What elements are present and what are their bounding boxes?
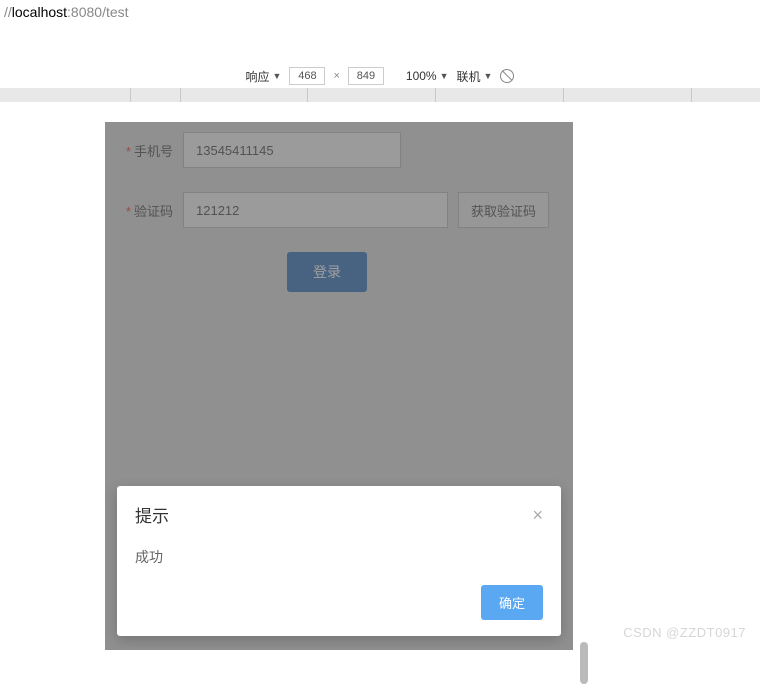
spacer <box>0 24 760 64</box>
stage: *手机号 *验证码 获取验证码 登录 提示 × 成功 确定 CS <box>0 102 760 650</box>
dialog-title: 提示 <box>135 502 169 527</box>
zoom-label: 100% <box>406 69 437 83</box>
code-row: *验证码 获取验证码 <box>105 192 549 228</box>
login-row: 登录 <box>105 252 549 292</box>
close-icon[interactable]: × <box>532 506 543 524</box>
ok-button[interactable]: 确定 <box>481 585 543 620</box>
width-input[interactable] <box>289 67 325 85</box>
network-label: 联机 <box>457 68 481 85</box>
phone-row: *手机号 <box>105 132 549 168</box>
responsive-dropdown[interactable]: 响应 ▼ <box>246 68 282 85</box>
responsive-label: 响应 <box>246 68 270 85</box>
login-form: *手机号 *验证码 获取验证码 登录 <box>105 122 573 292</box>
chevron-down-icon: ▼ <box>440 71 449 81</box>
scrollbar-thumb[interactable] <box>580 642 588 684</box>
rotate-icon[interactable] <box>500 69 514 83</box>
phone-label: *手机号 <box>105 141 173 160</box>
alert-dialog: 提示 × 成功 确定 <box>117 486 561 636</box>
url-prefix: // <box>4 4 12 20</box>
devtools-toolbar: 响应 ▼ × 100% ▼ 联机 ▼ <box>0 64 760 88</box>
dialog-footer: 确定 <box>117 585 561 636</box>
chevron-down-icon: ▼ <box>484 71 493 81</box>
chevron-down-icon: ▼ <box>273 71 282 81</box>
times-icon: × <box>333 70 339 82</box>
height-input[interactable] <box>348 67 384 85</box>
code-input[interactable] <box>183 192 448 228</box>
dialog-header: 提示 × <box>117 486 561 533</box>
device-viewport: *手机号 *验证码 获取验证码 登录 提示 × 成功 确定 <box>105 122 573 650</box>
zoom-dropdown[interactable]: 100% ▼ <box>406 69 449 83</box>
network-dropdown[interactable]: 联机 ▼ <box>457 68 493 85</box>
url-path: :8080/test <box>67 4 129 20</box>
url-bar[interactable]: //localhost:8080/test <box>0 0 760 24</box>
login-button[interactable]: 登录 <box>287 252 367 292</box>
get-code-button[interactable]: 获取验证码 <box>458 192 549 228</box>
ruler <box>0 88 760 102</box>
phone-input[interactable] <box>183 132 401 168</box>
code-label: *验证码 <box>105 201 173 220</box>
url-host: localhost <box>12 4 67 20</box>
dialog-message: 成功 <box>117 533 561 585</box>
watermark: CSDN @ZZDT0917 <box>623 625 746 640</box>
